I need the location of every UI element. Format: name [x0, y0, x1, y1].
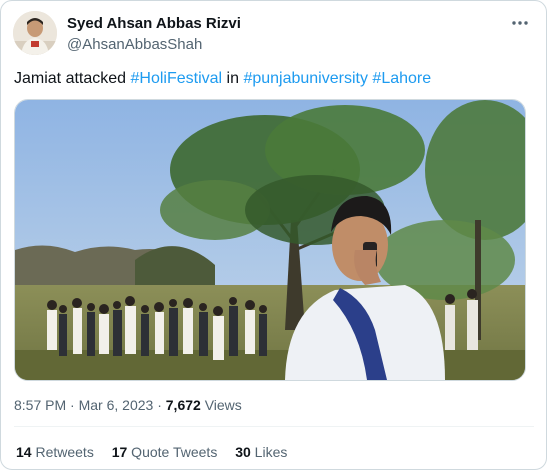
- tweet-time[interactable]: 8:57 PM: [14, 397, 66, 413]
- views-count: 7,672: [165, 397, 201, 413]
- likes-label: Likes: [250, 444, 288, 460]
- retweets-stat[interactable]: 14 Retweets: [16, 443, 94, 461]
- author-names: Syed Ahsan Abbas Rizvi @AhsanAbbasShah: [67, 14, 241, 54]
- quote-tweets-stat[interactable]: 17 Quote Tweets: [112, 443, 218, 461]
- quotes-label: Quote Tweets: [127, 444, 218, 460]
- author-display-name[interactable]: Syed Ahsan Abbas Rizvi: [67, 14, 241, 33]
- retweets-label: Retweets: [31, 444, 94, 460]
- video-frame: [15, 100, 525, 380]
- hashtag-holi-festival[interactable]: #HoliFestival: [131, 70, 223, 87]
- tweet-text: Jamiat attacked #HoliFestival in #punjab…: [14, 69, 534, 89]
- meta-separator: ·: [153, 397, 166, 413]
- retweets-count: 14: [16, 444, 32, 460]
- likes-count: 30: [235, 444, 251, 460]
- quotes-count: 17: [111, 444, 128, 460]
- more-horizontal-icon[interactable]: [508, 13, 532, 33]
- divider: [14, 426, 534, 427]
- tweet-text-prefix: Jamiat attacked: [14, 70, 131, 87]
- tweet-card: Syed Ahsan Abbas Rizvi @AhsanAbbasShah J…: [0, 0, 547, 470]
- hashtag-lahore[interactable]: #Lahore: [372, 70, 431, 87]
- tweet-date[interactable]: Mar 6, 2023: [79, 397, 154, 413]
- more-dots: [512, 21, 528, 25]
- author-handle[interactable]: @AhsanAbbasShah: [67, 35, 241, 54]
- tweet-stats: 14 Retweets 17 Quote Tweets 30 Likes: [16, 443, 301, 461]
- avatar[interactable]: [13, 11, 57, 55]
- avatar-image: [13, 11, 57, 55]
- views-label: Views: [200, 397, 242, 413]
- tweet-header: Syed Ahsan Abbas Rizvi @AhsanAbbasShah: [13, 11, 534, 59]
- tweet-text-mid: in: [222, 70, 244, 87]
- meta-separator: ·: [66, 397, 79, 413]
- tweet-video[interactable]: [14, 99, 526, 381]
- likes-stat[interactable]: 30 Likes: [235, 443, 287, 461]
- tweet-meta: 8:57 PM · Mar 6, 2023 · 7,672 Views: [14, 396, 242, 414]
- hashtag-punjab-university[interactable]: #punjabuniversity: [243, 70, 368, 87]
